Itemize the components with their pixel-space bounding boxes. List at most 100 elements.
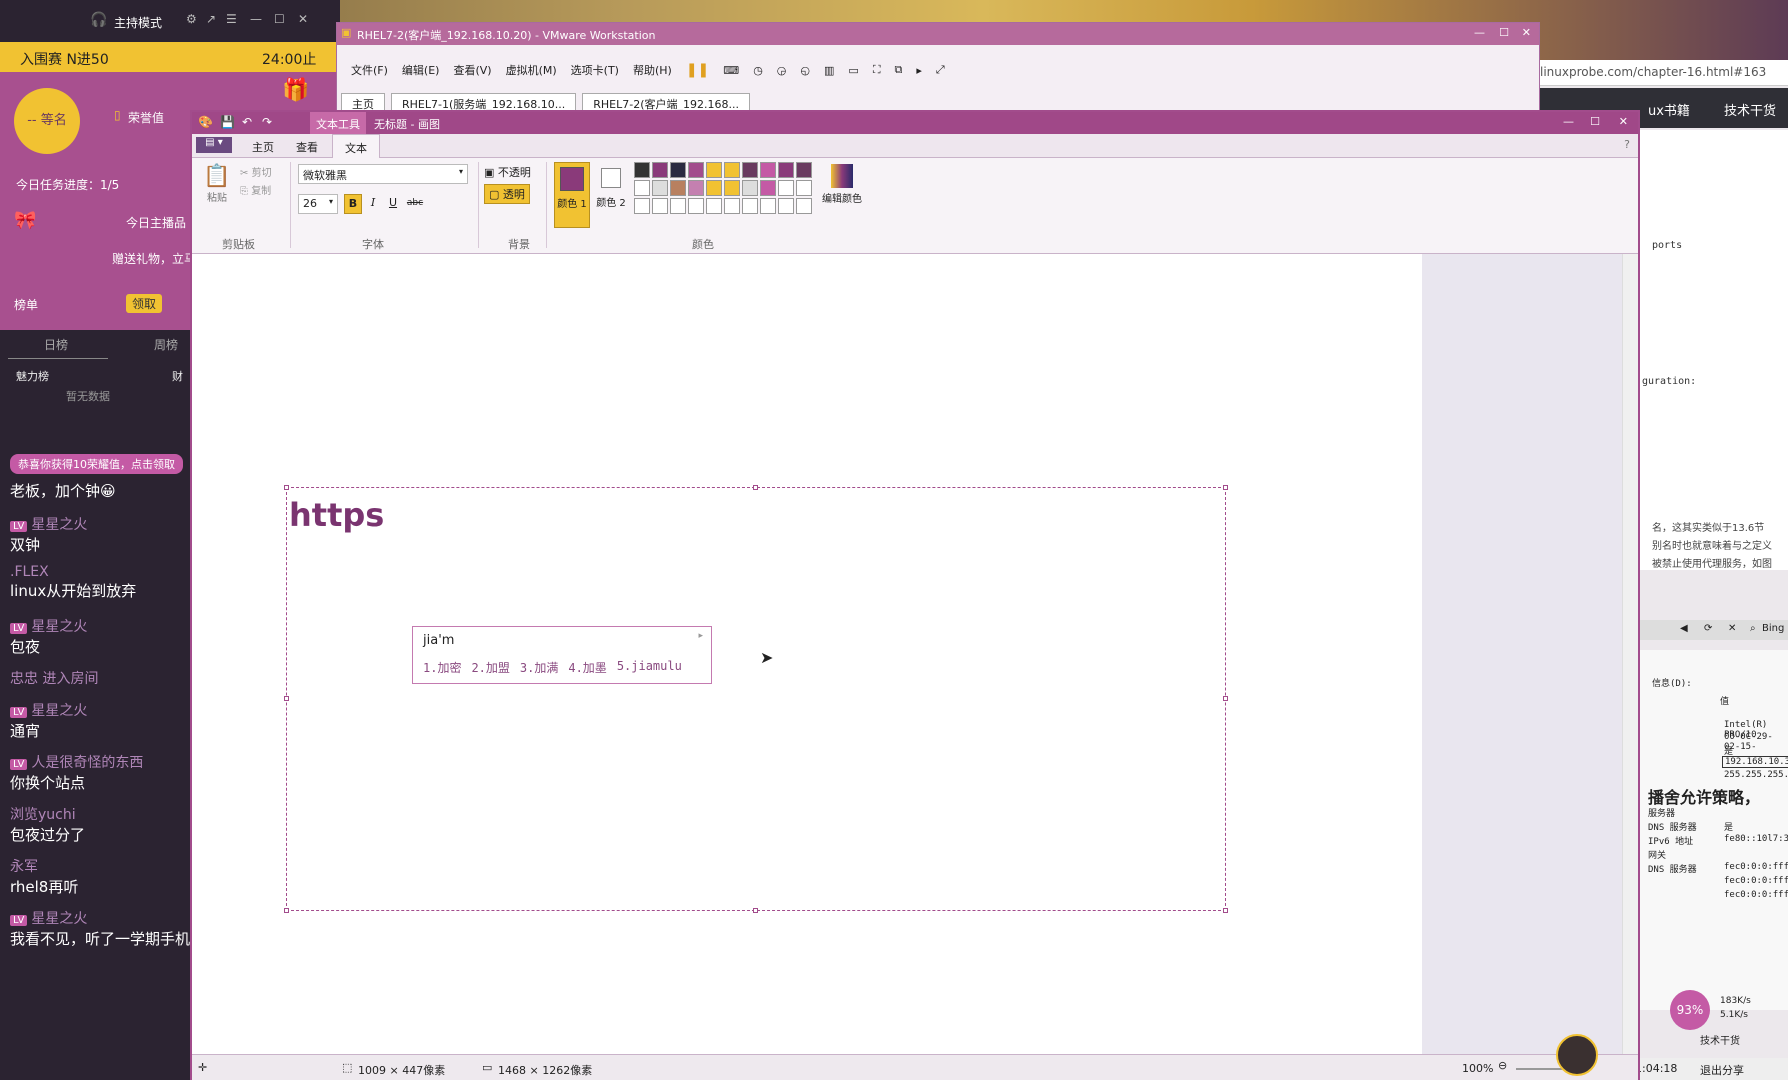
snapshot-manager-icon[interactable]: ◵ <box>800 64 810 77</box>
color2-button[interactable]: 颜色 2 <box>594 162 628 228</box>
settings-icon[interactable]: ⚙ <box>186 12 197 26</box>
chat-username[interactable]: 浏览yuchi <box>10 804 190 824</box>
contest-banner[interactable]: 入围赛 N进50 24:00止 <box>0 42 340 72</box>
ime-candidate[interactable]: 1.加密 <box>423 659 461 676</box>
ime-candidate[interactable]: 5.jiamulu <box>617 659 682 676</box>
network-speed-gauge[interactable]: 93% <box>1670 990 1710 1030</box>
palette-swatch[interactable] <box>796 180 812 196</box>
claim-button[interactable]: 领取 <box>126 294 163 313</box>
ime-candidate[interactable]: 2.加盟 <box>471 659 509 676</box>
palette-swatch[interactable] <box>634 180 650 196</box>
transparent-button[interactable]: ▢ 透明 <box>484 184 530 204</box>
maximize-icon[interactable]: ☐ <box>274 12 285 26</box>
search-icon[interactable]: ⌕ <box>1750 623 1756 634</box>
thumbnail-icon[interactable]: ▭ <box>848 64 858 77</box>
vmware-title-bar[interactable]: ▣ RHEL7-2(客户端_192.168.10.20) - VMware Wo… <box>337 23 1539 45</box>
fullscreen-icon[interactable]: ⛶ <box>873 63 881 77</box>
refresh-icon[interactable]: ⟳ <box>1704 623 1712 634</box>
resize-handle[interactable] <box>284 908 289 913</box>
color1-button[interactable]: 颜色 1 <box>554 162 590 228</box>
paint-close-icon[interactable]: ✕ <box>1619 115 1628 128</box>
tab-home[interactable]: 主页 <box>252 139 274 155</box>
palette-swatch[interactable] <box>760 198 776 214</box>
share-icon[interactable]: ↗ <box>206 12 216 26</box>
menu-icon[interactable]: ☰ <box>226 12 237 26</box>
chat-username[interactable]: 永军 <box>10 856 190 876</box>
ime-next-icon[interactable]: ▸ <box>698 631 703 641</box>
paint-title-bar[interactable]: 🎨 💾 ↶ ↷ 文本工具 无标题 - 画图 — ☐ ✕ <box>192 112 1638 134</box>
resize-handle[interactable] <box>284 485 289 490</box>
palette-swatch[interactable] <box>706 180 722 196</box>
palette-swatch[interactable] <box>796 162 812 178</box>
palette-swatch[interactable] <box>688 198 704 214</box>
chat-username[interactable]: .FLEX <box>10 564 190 580</box>
palette-swatch[interactable] <box>688 180 704 196</box>
vmware-close-icon[interactable]: ✕ <box>1522 26 1531 39</box>
vertical-scrollbar[interactable] <box>1622 254 1638 1054</box>
minimize-icon[interactable]: — <box>250 12 262 26</box>
resize-handle[interactable] <box>1223 696 1228 701</box>
close-icon[interactable]: ✕ <box>298 12 308 26</box>
menu-tabs[interactable]: 选项卡(T) <box>571 62 619 78</box>
nav-tech[interactable]: 技术干货 <box>1724 100 1776 119</box>
palette-swatch[interactable] <box>652 162 668 178</box>
cut-button[interactable]: ✂ 剪切 <box>240 164 272 179</box>
palette-swatch[interactable] <box>760 162 776 178</box>
chat-username[interactable]: 人是很奇怪的东西 <box>31 755 143 771</box>
snapshot-restore-icon[interactable]: ◶ <box>777 64 787 77</box>
underline-button[interactable]: U <box>384 194 402 214</box>
palette-swatch[interactable] <box>742 198 758 214</box>
palette-swatch[interactable] <box>724 198 740 214</box>
tab-view[interactable]: 查看 <box>296 139 318 155</box>
help-icon[interactable]: ? <box>1624 138 1630 151</box>
resize-handle[interactable] <box>753 908 758 913</box>
address-bar[interactable]: linuxprobe.com/chapter-16.html#163 <box>1540 60 1788 86</box>
tab-weekly[interactable]: 周榜 <box>154 336 178 353</box>
palette-swatch[interactable] <box>724 180 740 196</box>
stretch-icon[interactable]: ⤢ <box>936 63 945 77</box>
canvas-text[interactable]: https <box>289 496 384 534</box>
resize-handle[interactable] <box>753 485 758 490</box>
chat-username[interactable]: 星星之火 <box>31 703 87 719</box>
palette-swatch[interactable] <box>670 180 686 196</box>
send-keys-icon[interactable]: ⌨ <box>723 64 739 77</box>
zoom-out-icon[interactable]: ⊖ <box>1498 1059 1507 1072</box>
resize-handle[interactable] <box>1223 485 1228 490</box>
ime-candidate[interactable]: 4.加墨 <box>568 659 606 676</box>
paste-button[interactable]: 📋 粘贴 <box>202 164 232 212</box>
menu-help[interactable]: 帮助(H) <box>633 62 672 78</box>
pause-icon[interactable]: ❚❚ <box>686 62 709 78</box>
snapshot-icon[interactable]: ◷ <box>753 64 763 77</box>
palette-swatch[interactable] <box>652 198 668 214</box>
back-icon[interactable]: ◀ <box>1680 623 1688 634</box>
menu-file[interactable]: 文件(F) <box>351 62 388 78</box>
palette-swatch[interactable] <box>778 162 794 178</box>
tab-text[interactable]: 文本 <box>332 134 380 158</box>
honor-notice-button[interactable]: 恭喜你获得10荣耀值，点击领取 <box>10 454 183 474</box>
paint-minimize-icon[interactable]: — <box>1563 115 1574 128</box>
palette-swatch[interactable] <box>706 162 722 178</box>
recharge-icon[interactable]: 🎁 <box>282 78 309 103</box>
paint-menu-button[interactable]: ▤ ▾ <box>196 137 232 153</box>
palette-swatch[interactable] <box>742 162 758 178</box>
nav-books[interactable]: ux书籍 <box>1648 100 1690 119</box>
exit-share-button[interactable]: 退出分享 <box>1700 1062 1744 1078</box>
quick-save-icon[interactable]: 💾 <box>220 115 235 129</box>
palette-swatch[interactable] <box>796 198 812 214</box>
palette-swatch[interactable] <box>760 180 776 196</box>
resize-handle[interactable] <box>284 696 289 701</box>
opaque-button[interactable]: ▣ 不透明 <box>484 164 531 180</box>
library-icon[interactable]: ▥ <box>824 64 834 77</box>
font-size-select[interactable]: 26 ▾ <box>298 194 338 214</box>
rank-button[interactable]: 榜单 <box>14 296 38 313</box>
menu-view[interactable]: 查看(V) <box>453 62 491 78</box>
stop-icon[interactable]: ✕ <box>1728 623 1736 634</box>
palette-swatch[interactable] <box>670 162 686 178</box>
resize-handle[interactable] <box>1223 908 1228 913</box>
console-icon[interactable]: ▸ <box>916 64 922 77</box>
bold-button[interactable]: B <box>344 194 362 214</box>
vmware-minimize-icon[interactable]: — <box>1474 26 1485 39</box>
palette-swatch[interactable] <box>778 180 794 196</box>
text-box-selection[interactable]: https <box>284 485 1228 913</box>
palette-swatch[interactable] <box>670 198 686 214</box>
